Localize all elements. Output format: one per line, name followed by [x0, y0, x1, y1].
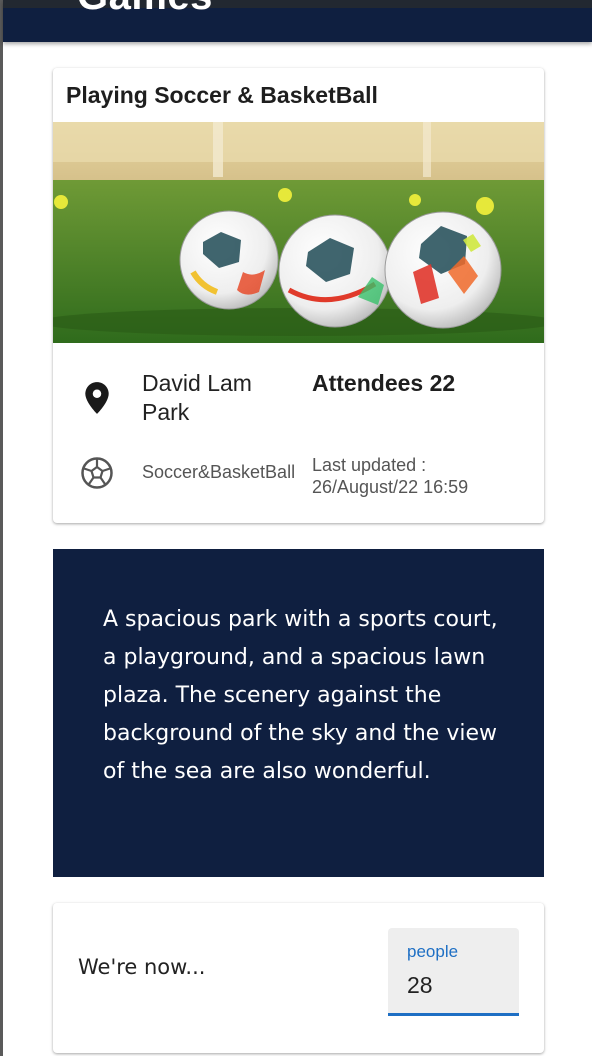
window-edge	[0, 0, 3, 1056]
last-updated-value: 26/August/22 16:59	[312, 477, 469, 497]
people-count-card: We're now... people 28	[53, 903, 544, 1053]
description-panel: A spacious park with a sports court, a p…	[53, 549, 544, 877]
event-location: David Lam Park	[142, 370, 252, 425]
attendees-count: Attendees 22	[312, 370, 456, 396]
people-field-value[interactable]: 28	[407, 972, 433, 999]
people-field-label: people	[407, 942, 459, 961]
event-card[interactable]: Playing Soccer & BasketBall David Lam Pa…	[53, 68, 544, 523]
app-bar: Games	[3, 0, 592, 42]
status-label: We're now...	[78, 955, 206, 979]
description-text: A spacious park with a sports court, a p…	[103, 607, 498, 784]
people-input[interactable]: people 28	[388, 928, 519, 1016]
event-title: Playing Soccer & BasketBall	[66, 82, 378, 108]
app-bar-title: Games	[77, 0, 213, 19]
soccer-ball-icon	[81, 457, 113, 489]
event-image	[53, 122, 544, 343]
location-pin-icon	[85, 382, 109, 414]
event-sport: Soccer&BasketBall	[142, 462, 296, 482]
last-updated: Last updated : 26/August/22 16:59	[312, 454, 532, 498]
last-updated-label: Last updated :	[312, 455, 427, 475]
